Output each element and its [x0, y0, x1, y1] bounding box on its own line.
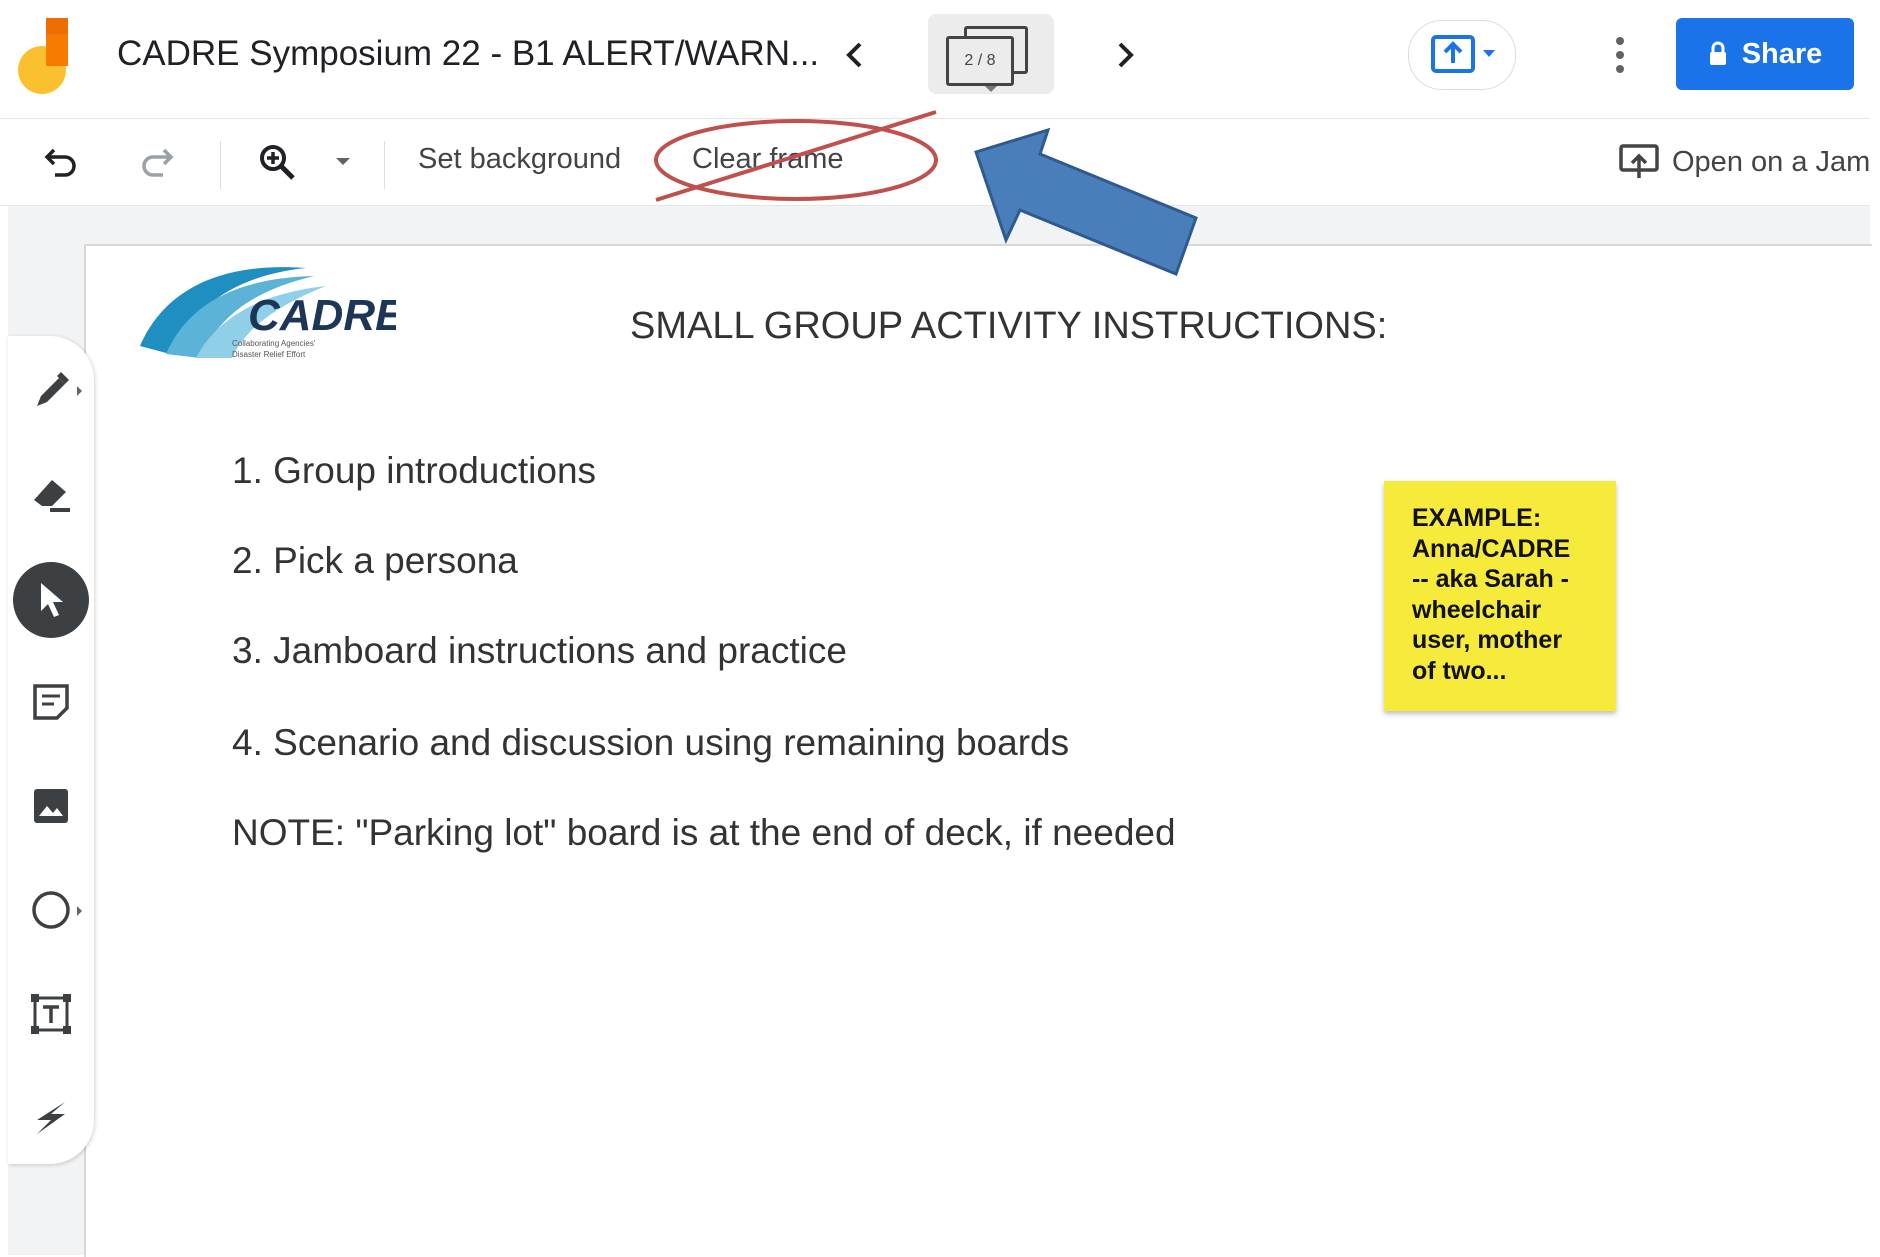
set-background-button[interactable]: Set background	[418, 143, 621, 176]
laser-icon	[37, 1102, 65, 1134]
share-button[interactable]: Share	[1676, 18, 1854, 90]
eraser-icon	[34, 480, 70, 512]
redo-icon	[142, 148, 174, 177]
frame-counter-label: 2 / 8	[946, 36, 1014, 86]
instruction-item: 1. Group introductions	[232, 450, 597, 491]
tool-palette	[8, 336, 94, 1164]
instruction-item: 3. Jamboard instructions and practice	[232, 630, 847, 671]
sticky-note-line: -- aka Sarah -	[1412, 565, 1570, 593]
sticky-note-icon	[33, 684, 69, 720]
more-options-button[interactable]	[1600, 30, 1640, 80]
present-button[interactable]	[1408, 20, 1516, 90]
image-icon	[34, 789, 68, 823]
pen-icon	[37, 372, 69, 406]
open-on-device-icon	[1619, 144, 1659, 178]
toolbar-divider	[384, 141, 385, 189]
chevron-left-icon	[846, 42, 862, 68]
submenu-caret-icon	[77, 386, 82, 396]
share-button-label: Share	[1741, 37, 1823, 70]
laser-tool[interactable]	[8, 1078, 94, 1158]
toolbar-divider	[220, 141, 221, 189]
pen-tool[interactable]	[8, 350, 94, 430]
sticky-note-line: wheelchair	[1412, 595, 1542, 624]
text-box-icon	[31, 994, 71, 1034]
next-frame-button[interactable]	[1100, 30, 1150, 80]
open-on-jamboard-button[interactable]: Open on a Jam	[1618, 139, 1870, 185]
caret-down-icon	[985, 86, 997, 92]
sticky-note-line: Anna/CADRE	[1412, 534, 1571, 563]
more-vert-icon	[1616, 37, 1624, 73]
undo-button[interactable]	[36, 137, 86, 187]
image-tool[interactable]	[8, 766, 94, 846]
text-box-tool[interactable]	[8, 974, 94, 1054]
zoom-button[interactable]	[252, 137, 302, 187]
instruction-note: NOTE: "Parking lot" board is at the end …	[232, 812, 1176, 853]
jamboard-logo-icon[interactable]	[16, 18, 72, 94]
select-tool[interactable]	[8, 558, 94, 642]
document-title[interactable]: CADRE Symposium 22 - B1 ALERT/WARN...	[117, 34, 819, 74]
select-tool-highlight	[13, 562, 89, 638]
instruction-item: 2. Pick a persona	[232, 540, 518, 581]
zoom-in-icon	[260, 145, 295, 180]
top-bar: CADRE Symposium 22 - B1 ALERT/WARN... 2 …	[0, 0, 1870, 119]
present-upload-icon	[1431, 35, 1495, 73]
slide-title: SMALL GROUP ACTIVITY INSTRUCTIONS:	[630, 305, 1388, 347]
zoom-dropdown-button[interactable]	[318, 137, 368, 187]
open-on-jamboard-label: Open on a Jam	[1672, 145, 1871, 178]
lock-icon	[1709, 41, 1726, 65]
sticky-note-line: of two...	[1412, 656, 1507, 685]
clear-frame-button[interactable]: Clear frame	[692, 143, 844, 176]
cadre-logo: CADRE Collaborating Agencies' Disaster R…	[140, 267, 396, 359]
cadre-logo-tagline-2: Disaster Relief Effort	[232, 350, 306, 359]
sticky-note-line: EXAMPLE:	[1412, 504, 1542, 532]
edit-toolbar: Set background Clear frame Open on a Jam	[0, 119, 1870, 206]
frame-bar-toggle[interactable]: 2 / 8	[928, 14, 1054, 94]
sticky-note-tool[interactable]	[8, 662, 94, 742]
sticky-note[interactable]: EXAMPLE: Anna/CADRE -- aka Sarah - wheel…	[1384, 481, 1616, 711]
shape-tool[interactable]	[8, 870, 94, 950]
circle-icon	[32, 891, 70, 929]
sticky-note-line: user, mother	[1412, 626, 1563, 654]
previous-frame-button[interactable]	[830, 30, 880, 80]
chevron-right-icon	[1118, 42, 1134, 68]
undo-icon	[44, 148, 76, 177]
redo-button[interactable]	[132, 137, 182, 187]
pointer-icon	[41, 583, 63, 617]
eraser-tool[interactable]	[8, 454, 94, 534]
cadre-logo-text: CADRE	[248, 291, 396, 340]
caret-down-icon	[336, 158, 350, 165]
cadre-logo-tagline-1: Collaborating Agencies'	[232, 339, 316, 348]
instruction-item: 4. Scenario and discussion using remaini…	[232, 722, 1070, 763]
submenu-caret-icon	[77, 906, 82, 916]
